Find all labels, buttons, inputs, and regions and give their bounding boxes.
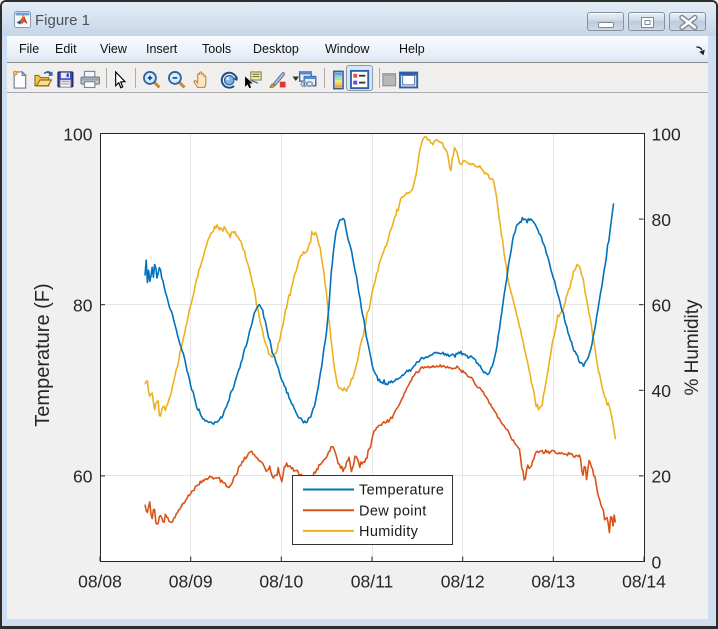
svg-text:Temperature (F): Temperature (F) xyxy=(32,283,54,426)
svg-text:08/13: 08/13 xyxy=(531,571,575,591)
svg-text:08/10: 08/10 xyxy=(259,571,303,591)
svg-text:100: 100 xyxy=(652,124,681,144)
svg-text:08/14: 08/14 xyxy=(622,571,666,591)
svg-text:80: 80 xyxy=(73,296,93,316)
svg-text:08/09: 08/09 xyxy=(169,571,213,591)
svg-text:Temperature: Temperature xyxy=(359,483,444,499)
svg-text:0: 0 xyxy=(652,552,662,572)
svg-text:08/11: 08/11 xyxy=(351,571,394,591)
svg-text:60: 60 xyxy=(652,296,672,316)
svg-text:60: 60 xyxy=(73,467,93,487)
svg-text:% Humidity: % Humidity xyxy=(682,299,703,396)
svg-text:20: 20 xyxy=(652,467,672,487)
svg-text:80: 80 xyxy=(652,210,672,230)
svg-text:100: 100 xyxy=(63,124,92,144)
svg-text:Humidity: Humidity xyxy=(359,524,419,540)
svg-text:Dew point: Dew point xyxy=(359,503,427,519)
svg-text:08/08: 08/08 xyxy=(78,571,122,591)
svg-text:40: 40 xyxy=(652,381,672,401)
svg-text:08/12: 08/12 xyxy=(441,571,485,591)
